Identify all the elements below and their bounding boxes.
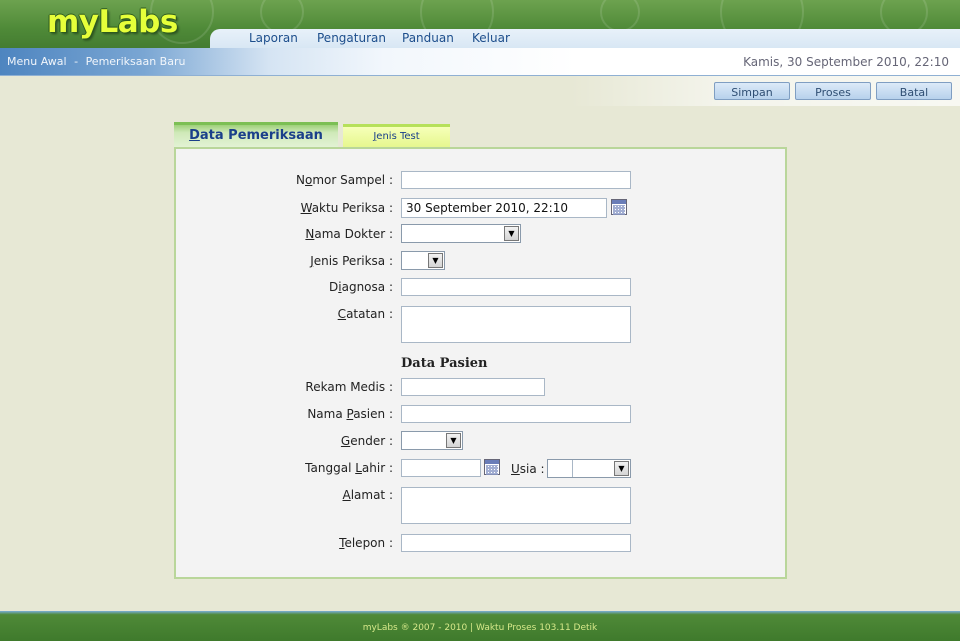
calendar-icon[interactable] [611, 199, 627, 215]
alamat-label: Alamat : [342, 488, 393, 502]
nav-laporan[interactable]: Laporan [249, 31, 298, 45]
chevron-down-icon: ▼ [446, 433, 461, 448]
rekam-medis-input[interactable] [401, 378, 545, 396]
nav-pengaturan[interactable]: Pengaturan [317, 31, 386, 45]
app-header: myLabs Laporan Pengaturan Panduan Keluar [0, 0, 960, 48]
calendar-icon[interactable] [484, 459, 500, 475]
alamat-textarea[interactable] [401, 487, 631, 524]
usia-select[interactable]: ▼ [547, 459, 631, 478]
nomor-sampel-input[interactable] [401, 171, 631, 189]
footer-text: myLabs ® 2007 - 2010 | Waktu Proses 103.… [362, 623, 598, 633]
current-datetime: Kamis, 30 September 2010, 22:10 [743, 55, 949, 69]
jenis-periksa-select[interactable]: ▼ [401, 251, 445, 270]
action-toolbar: Simpan Proses Batal [0, 76, 960, 106]
telepon-label: Telepon : [339, 536, 393, 550]
breadcrumb-home[interactable]: Menu Awal [7, 55, 67, 68]
breadcrumb-bar: Menu Awal - Pemeriksaan Baru Kamis, 30 S… [0, 48, 960, 76]
chevron-down-icon: ▼ [504, 226, 519, 241]
catatan-label: Catatan : [337, 307, 393, 321]
gender-select[interactable]: ▼ [401, 431, 463, 450]
tab-accesskey: D [189, 128, 200, 143]
nomor-sampel-label: Nomor Sampel : [296, 173, 393, 187]
chevron-down-icon: ▼ [428, 253, 443, 268]
waktu-periksa-label: Waktu Periksa : [300, 201, 393, 215]
rekam-medis-label: Rekam Medis : [305, 380, 393, 394]
waktu-periksa-input[interactable]: 30 September 2010, 22:10 [401, 198, 607, 218]
telepon-input[interactable] [401, 534, 631, 552]
app-logo: myLabs [47, 4, 178, 40]
tanggal-lahir-label: Tanggal Lahir : [305, 461, 393, 475]
gender-label: Gender : [340, 434, 393, 448]
nama-pasien-input[interactable] [401, 405, 631, 423]
nama-dokter-select[interactable]: ▼ [401, 224, 521, 243]
tab-data-pemeriksaan[interactable]: Data Pemeriksaan [174, 122, 338, 150]
tab-jenis-test[interactable]: Jenis Test [343, 124, 450, 147]
nama-dokter-label: Nama Dokter : [305, 227, 393, 241]
nav-keluar[interactable]: Keluar [472, 31, 510, 45]
tanggal-lahir-input[interactable] [401, 459, 481, 477]
nav-panduan[interactable]: Panduan [402, 31, 454, 45]
cancel-button[interactable]: Batal [876, 82, 952, 100]
data-pasien-heading: Data Pasien [401, 356, 488, 371]
diagnosa-input[interactable] [401, 278, 631, 296]
app-footer: myLabs ® 2007 - 2010 | Waktu Proses 103.… [0, 611, 960, 641]
top-nav: Laporan Pengaturan Panduan Keluar [210, 29, 960, 48]
tab-label: ata Pemeriksaan [199, 128, 323, 143]
usia-label: Usia : [511, 462, 545, 476]
tab-label: enis Test [376, 131, 420, 142]
breadcrumb-separator: - [74, 55, 79, 68]
breadcrumb-current: Pemeriksaan Baru [85, 55, 186, 68]
catatan-textarea[interactable] [401, 306, 631, 343]
chevron-down-icon: ▼ [614, 461, 629, 476]
nama-pasien-label: Nama Pasien : [307, 407, 393, 421]
breadcrumb: Menu Awal - Pemeriksaan Baru [7, 55, 185, 68]
jenis-periksa-label: Jenis Periksa : [310, 254, 393, 268]
diagnosa-label: Diagnosa : [329, 280, 393, 294]
save-button[interactable]: Simpan [714, 82, 790, 100]
process-button[interactable]: Proses [795, 82, 871, 100]
